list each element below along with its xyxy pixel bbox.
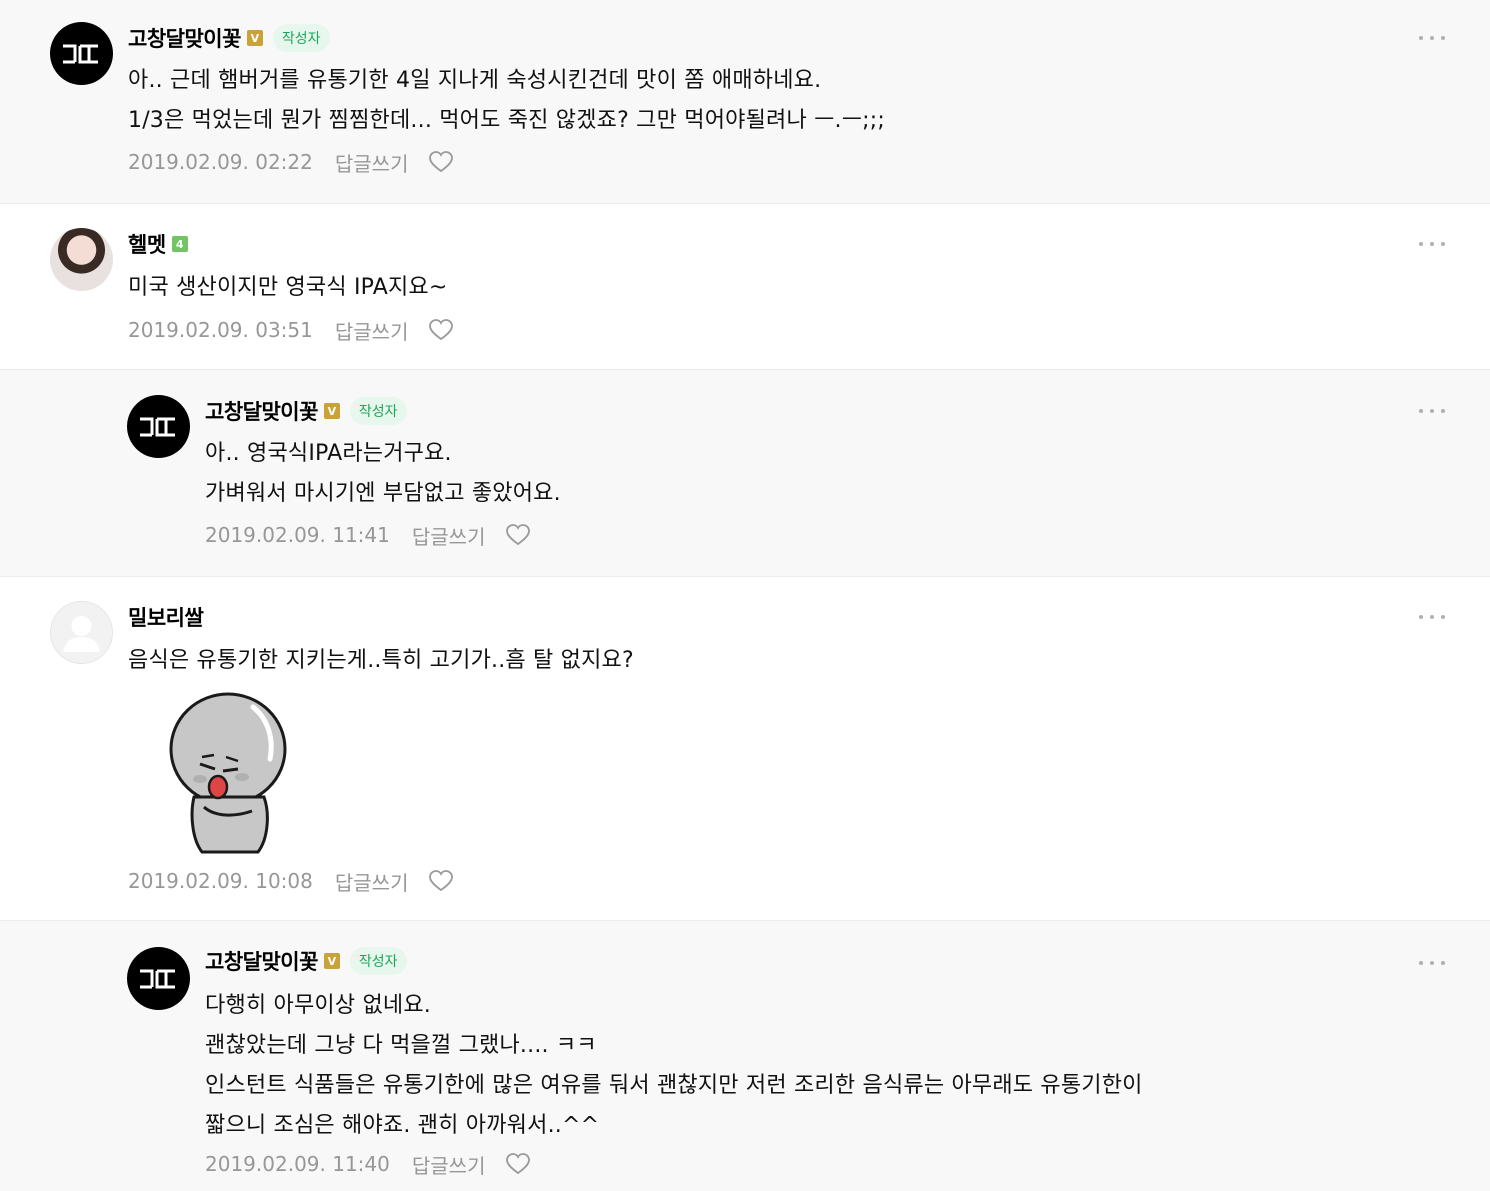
nickname-row: 고창달맞이꽃 V 작성자 (205, 947, 407, 975)
heart-outline-icon[interactable] (428, 869, 454, 893)
comment-item: 고창달맞이꽃 V 작성자 아.. 근데 햄버거를 유통기한 4일 지나게 숙성시… (0, 0, 1490, 203)
comment-meta: 2019.02.09. 11:40 답글쓰기 (205, 1149, 531, 1179)
reply-button[interactable]: 답글쓰기 (412, 521, 486, 550)
manager-badge-icon: V (246, 30, 263, 46)
goodal-logo-icon (63, 44, 98, 64)
comment-date: 2019.02.09. 11:40 (205, 1152, 390, 1176)
comment-meta: 2019.02.09. 10:08 답글쓰기 (128, 866, 454, 896)
user-avatar[interactable] (50, 228, 113, 291)
reply-comment-item: 고창달맞이꽃 V 작성자 아.. 영국식IPA라는거구요. 가벼워서 마시기엔 … (0, 370, 1490, 576)
more-dots-icon (1419, 615, 1423, 619)
nickname[interactable]: 고창달맞이꽃 (205, 396, 318, 426)
more-dots-icon (1419, 409, 1423, 413)
comment-text: 아.. 근데 햄버거를 유통기한 4일 지나게 숙성시킨건데 맛이 쫌 애매하네… (128, 68, 885, 133)
heart-outline-icon[interactable] (505, 1152, 531, 1176)
comment-text: 아.. 영국식IPA라는거구요. 가벼워서 마시기엔 부담없고 좋았어요. (205, 441, 561, 506)
comment-text: 다행히 아무이상 없네요. 괜찮았는데 그냥 다 먹을껄 그랬나.... ㅋㅋ … (205, 993, 1143, 1138)
nickname-row: 밀보리쌀 (128, 602, 204, 632)
heart-outline-icon[interactable] (505, 523, 531, 547)
more-options-button[interactable] (1419, 958, 1445, 968)
goodal-logo-icon (140, 969, 175, 989)
comment-item: 밀보리쌀 음식은 유통기한 지키는게..특히 고기가..흠 탈 없지요? 201… (0, 577, 1490, 920)
nickname-row: 고창달맞이꽃 V 작성자 (128, 24, 330, 52)
manager-badge-icon: V (323, 953, 340, 969)
reply-button[interactable]: 답글쓰기 (412, 1150, 486, 1179)
comment-date: 2019.02.09. 10:08 (128, 869, 313, 893)
more-options-button[interactable] (1419, 239, 1445, 249)
author-avatar[interactable] (127, 395, 190, 458)
comment-meta: 2019.02.09. 11:41 답글쓰기 (205, 520, 531, 550)
comment-date: 2019.02.09. 03:51 (128, 318, 313, 342)
level-badge-icon: 4 (171, 236, 188, 252)
more-options-button[interactable] (1419, 33, 1445, 43)
nickname[interactable]: 밀보리쌀 (128, 602, 204, 632)
sticker-image (169, 692, 287, 854)
author-tag: 작성자 (349, 397, 407, 425)
manager-badge-icon: V (323, 403, 340, 419)
author-avatar[interactable] (127, 947, 190, 1010)
nickname-row: 헬멧 4 (128, 230, 188, 258)
default-avatar[interactable] (50, 601, 113, 664)
reply-button[interactable]: 답글쓰기 (335, 867, 409, 896)
comment-text: 음식은 유통기한 지키는게..특히 고기가..흠 탈 없지요? (128, 648, 634, 673)
reply-button[interactable]: 답글쓰기 (335, 316, 409, 345)
author-avatar[interactable] (50, 22, 113, 85)
nickname[interactable]: 헬멧 (128, 229, 166, 259)
nickname-row: 고창달맞이꽃 V 작성자 (205, 397, 407, 425)
author-tag: 작성자 (349, 947, 407, 975)
nickname[interactable]: 고창달맞이꽃 (128, 23, 241, 53)
comment-item: 헬멧 4 미국 생산이지만 영국식 IPA지요~ 2019.02.09. 03:… (0, 204, 1490, 369)
comment-date: 2019.02.09. 11:41 (205, 523, 390, 547)
comment-meta: 2019.02.09. 03:51 답글쓰기 (128, 315, 454, 345)
author-tag: 작성자 (272, 24, 330, 52)
comment-meta: 2019.02.09. 02:22 답글쓰기 (128, 147, 454, 177)
default-user-icon (63, 616, 100, 652)
heart-outline-icon[interactable] (428, 150, 454, 174)
more-options-button[interactable] (1419, 406, 1445, 416)
comment-date: 2019.02.09. 02:22 (128, 150, 313, 174)
more-dots-icon (1419, 36, 1423, 40)
reply-button[interactable]: 답글쓰기 (335, 148, 409, 177)
nickname[interactable]: 고창달맞이꽃 (205, 946, 318, 976)
comment-text: 미국 생산이지만 영국식 IPA지요~ (128, 275, 448, 300)
more-options-button[interactable] (1419, 612, 1445, 622)
more-dots-icon (1419, 242, 1423, 246)
heart-outline-icon[interactable] (428, 318, 454, 342)
reply-comment-item: 고창달맞이꽃 V 작성자 다행히 아무이상 없네요. 괜찮았는데 그냥 다 먹을… (0, 921, 1490, 1191)
more-dots-icon (1419, 961, 1423, 965)
goodal-logo-icon (140, 417, 175, 437)
